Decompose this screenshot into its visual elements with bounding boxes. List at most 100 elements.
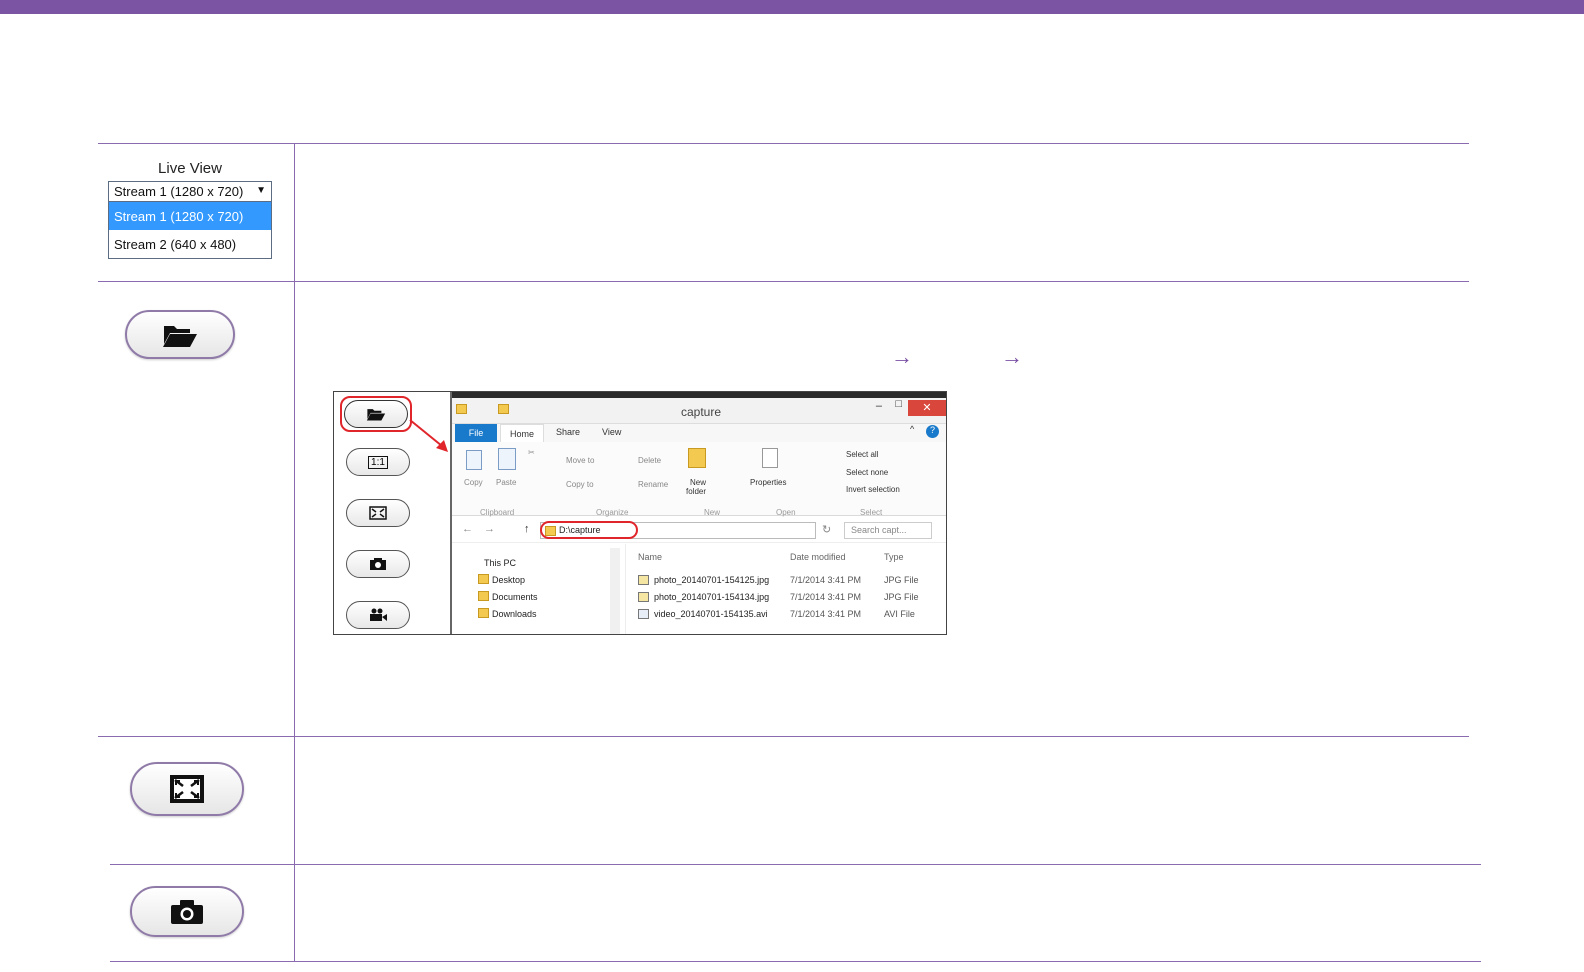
paste-label: Paste (496, 478, 517, 487)
file-type: JPG File (884, 592, 919, 602)
file-name: photo_20140701-154125.jpg (654, 575, 770, 585)
folder-icon (478, 574, 489, 584)
mini-actual-size-button: 1:1 (346, 448, 410, 476)
row-divider (110, 864, 1481, 865)
highlight-circle (340, 396, 412, 432)
nav-desktop: Desktop (492, 575, 526, 585)
explorer-titlebar: capture – □ ✕ (452, 398, 946, 424)
dropdown-arrow-icon: ▼ (256, 185, 266, 196)
copy-label: Copy (464, 478, 483, 487)
copy-to-label: Copy to (566, 480, 594, 489)
copy-icon (466, 450, 482, 470)
video-camera-icon (370, 608, 387, 621)
column-name: Name (638, 552, 663, 562)
column-divider (294, 143, 295, 962)
folder-icon (478, 608, 489, 618)
invert-selection-label: Invert selection (846, 485, 900, 494)
file-explorer-window: capture – □ ✕ File Home Share View ? ^ C… (450, 392, 946, 634)
file-type: AVI File (884, 609, 915, 619)
row-divider (110, 961, 1481, 962)
jpg-file-icon (638, 592, 649, 602)
new-folder-label-2: folder (686, 487, 707, 496)
file-date: 7/1/2014 3:41 PM (790, 575, 862, 585)
address-bar-row: ← → ↑ D:\capture ↻ Search capt... (452, 517, 946, 543)
stream-option[interactable]: Stream 2 (640 x 480) (109, 230, 271, 258)
file-date: 7/1/2014 3:41 PM (790, 609, 862, 619)
scissors-icon: ✂ (528, 448, 535, 457)
player-side-toolbar: 1:1 (334, 392, 452, 634)
help-icon: ? (926, 425, 939, 438)
avi-file-icon (638, 609, 649, 619)
live-view-title: Live View (158, 160, 222, 177)
camera-icon (370, 558, 386, 570)
top-accent-bar (0, 0, 1584, 14)
refresh-icon: ↻ (822, 524, 832, 536)
stream-option[interactable]: Stream 1 (1280 x 720) (109, 202, 271, 230)
explorer-title: capture (680, 405, 722, 419)
tab-home: Home (500, 424, 544, 442)
up-icon: ↑ (524, 523, 530, 535)
fullscreen-icon (170, 775, 204, 803)
back-icon: ← (462, 523, 473, 535)
file-type: JPG File (884, 575, 919, 585)
column-date-modified: Date modified (790, 552, 846, 562)
row-divider (98, 143, 1469, 144)
open-folder-button[interactable] (125, 310, 235, 359)
folder-icon (478, 591, 489, 601)
delete-label: Delete (638, 456, 662, 465)
step-arrow-icon: → (891, 344, 913, 369)
nav-documents: Documents (492, 592, 538, 602)
tab-share: Share (556, 427, 581, 437)
column-type: Type (884, 552, 904, 562)
folder-open-icon (163, 325, 197, 347)
red-pointer-arrow-icon (409, 419, 448, 452)
nav-scrollbar (610, 548, 620, 634)
stream-options-list: Stream 1 (1280 x 720) Stream 2 (640 x 48… (108, 202, 272, 259)
close-icon: ✕ (908, 400, 946, 416)
search-placeholder: Search capt... (851, 525, 907, 535)
minimize-icon: – (875, 400, 882, 412)
address-highlight (540, 521, 638, 539)
paste-icon (498, 448, 516, 470)
file-date: 7/1/2014 3:41 PM (790, 592, 862, 602)
maximize-icon: □ (895, 398, 902, 410)
search-box: Search capt... (844, 522, 932, 539)
step-arrow-icon: → (1001, 344, 1023, 369)
navigation-pane: This PC Desktop Documents Downloads (452, 544, 626, 634)
jpg-file-icon (638, 575, 649, 585)
snapshot-button[interactable] (130, 886, 244, 937)
file-name: photo_20140701-154134.jpg (654, 592, 770, 602)
group-label: Organize (596, 508, 629, 517)
file-name: video_20140701-154135.avi (654, 609, 768, 619)
ribbon-tabs: File Home Share View ? ^ (452, 424, 946, 442)
group-label: Select (860, 508, 883, 517)
ribbon: Copy Paste ✂ Move to Copy to Delete Rena… (452, 442, 946, 517)
nav-this-pc: This PC (484, 558, 517, 568)
fullscreen-icon (369, 506, 387, 520)
stream-select-value: Stream 1 (1280 x 720) (114, 184, 244, 199)
group-label: Open (776, 508, 796, 517)
new-folder-icon (688, 448, 706, 468)
nav-downloads: Downloads (492, 609, 537, 619)
group-label: Clipboard (480, 508, 515, 517)
fullscreen-button[interactable] (130, 762, 244, 816)
stream-select[interactable]: Stream 1 (1280 x 720) ▼ (108, 181, 272, 202)
row-divider (98, 736, 1469, 737)
properties-icon (762, 448, 778, 468)
camera-icon (171, 899, 203, 924)
select-all-label: Select all (846, 450, 879, 459)
mini-fullscreen-button (346, 499, 410, 527)
tab-view: View (602, 427, 622, 437)
row-divider (98, 281, 1469, 282)
properties-label: Properties (750, 478, 787, 487)
select-none-label: Select none (846, 468, 889, 477)
collapse-ribbon-icon: ^ (910, 424, 915, 434)
move-to-label: Move to (566, 456, 595, 465)
group-label: New (704, 508, 721, 517)
mini-record-button (346, 601, 410, 629)
one-to-one-icon: 1:1 (368, 455, 388, 469)
tab-file: File (455, 424, 497, 442)
forward-icon: → (484, 523, 495, 535)
rename-label: Rename (638, 480, 669, 489)
mini-snapshot-button (346, 550, 410, 578)
